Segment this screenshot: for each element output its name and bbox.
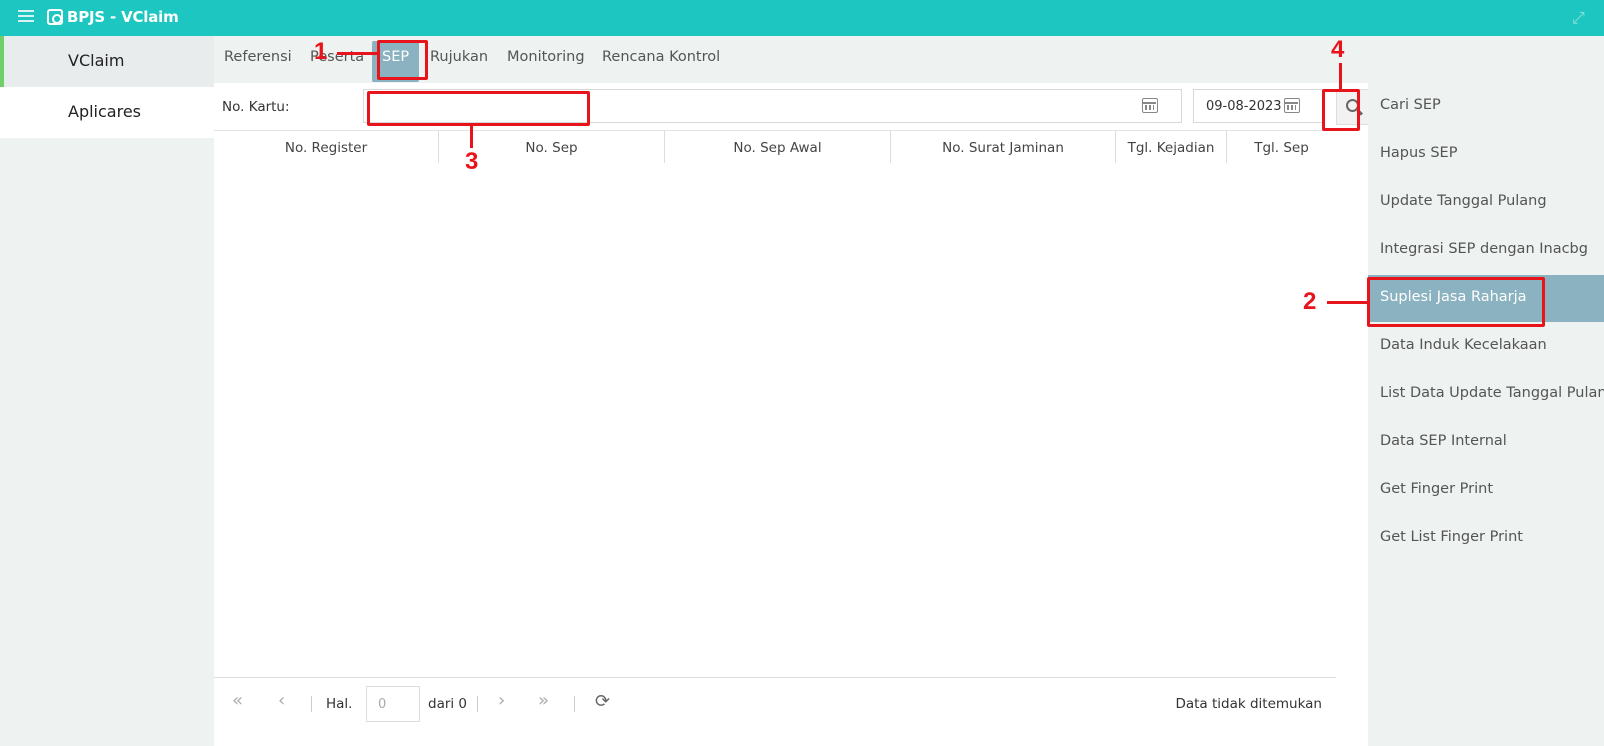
pagination-bar: « ‹ Hal. dari 0 › » ⟳ Data tidak ditemuk… bbox=[214, 677, 1336, 729]
hamburger-menu-icon[interactable] bbox=[18, 10, 34, 24]
menu-integrasi-sep-inacbg[interactable]: Integrasi SEP dengan Inacbg bbox=[1368, 227, 1604, 274]
tab-monitoring[interactable]: Monitoring bbox=[507, 36, 585, 83]
divider bbox=[574, 696, 575, 712]
annotation-line-4 bbox=[1339, 63, 1342, 89]
annotation-line-2 bbox=[1327, 301, 1367, 304]
page-total-label: dari 0 bbox=[428, 696, 468, 712]
title-bar: BPJS - VClaim ⤢ bbox=[0, 0, 1604, 36]
table-header: No. Register No. Sep No. Sep Awal No. Su… bbox=[214, 131, 1336, 165]
annotation-line-3 bbox=[470, 126, 473, 148]
tab-rujukan[interactable]: Rujukan bbox=[430, 36, 488, 83]
annotation-line-1 bbox=[337, 52, 377, 55]
nav-item-aplicares[interactable]: Aplicares bbox=[0, 87, 214, 138]
next-page-icon[interactable]: › bbox=[498, 692, 505, 710]
refresh-icon[interactable]: ⟳ bbox=[595, 691, 610, 712]
status-text: Data tidak ditemukan bbox=[1175, 696, 1322, 712]
menu-hapus-sep[interactable]: Hapus SEP bbox=[1368, 131, 1604, 178]
menu-update-tanggal-pulang[interactable]: Update Tanggal Pulang bbox=[1368, 179, 1604, 226]
menu-data-induk-kecelakaan[interactable]: Data Induk Kecelakaan bbox=[1368, 323, 1604, 370]
menu-data-sep-internal[interactable]: Data SEP Internal bbox=[1368, 419, 1604, 466]
menu-cari-sep[interactable]: Cari SEP bbox=[1368, 83, 1604, 130]
page-label: Hal. bbox=[326, 696, 353, 712]
nav-item-vclaim[interactable]: VClaim bbox=[0, 36, 214, 87]
menu-get-list-finger-print[interactable]: Get List Finger Print bbox=[1368, 515, 1604, 562]
col-no-sep-awal[interactable]: No. Sep Awal bbox=[665, 131, 891, 163]
right-menu: Cari SEP Hapus SEP Update Tanggal Pulang… bbox=[1368, 83, 1604, 746]
tab-rencana-kontrol[interactable]: Rencana Kontrol bbox=[602, 36, 720, 83]
divider bbox=[477, 696, 478, 712]
app-title: BPJS - VClaim bbox=[67, 8, 179, 26]
calendar-icon[interactable] bbox=[1284, 98, 1300, 113]
date-input[interactable]: 09-08-2023 bbox=[1193, 89, 1325, 123]
menu-get-finger-print[interactable]: Get Finger Print bbox=[1368, 467, 1604, 514]
annotation-box-1 bbox=[377, 40, 428, 80]
last-page-icon[interactable]: » bbox=[538, 692, 549, 710]
expand-icon[interactable]: ⤢ bbox=[1572, 9, 1590, 27]
first-page-icon[interactable]: « bbox=[232, 692, 243, 710]
col-no-register[interactable]: No. Register bbox=[214, 131, 439, 163]
page-number-input[interactable] bbox=[366, 686, 420, 722]
annotation-box-2 bbox=[1367, 277, 1545, 327]
annotation-number-3: 3 bbox=[465, 148, 479, 175]
col-tgl-sep[interactable]: Tgl. Sep bbox=[1227, 131, 1336, 163]
left-nav: VClaim Aplicares bbox=[0, 36, 214, 746]
divider bbox=[311, 696, 312, 712]
annotation-number-1: 1 bbox=[314, 38, 328, 65]
calendar-icon[interactable] bbox=[1142, 98, 1158, 113]
annotation-number-4: 4 bbox=[1331, 36, 1345, 63]
no-kartu-label: No. Kartu: bbox=[222, 99, 290, 115]
annotation-box-3 bbox=[367, 91, 590, 126]
main-panel: No. Kartu: 09-08-2023 No. Register No. S… bbox=[214, 83, 1370, 746]
col-tgl-kejadian[interactable]: Tgl. Kejadian bbox=[1116, 131, 1227, 163]
annotation-box-4 bbox=[1322, 89, 1360, 131]
annotation-number-2: 2 bbox=[1303, 288, 1317, 315]
menu-list-data-update-tanggal-pulang[interactable]: List Data Update Tanggal Pulang bbox=[1368, 371, 1604, 418]
app-logo-icon bbox=[47, 9, 63, 25]
tab-referensi[interactable]: Referensi bbox=[224, 36, 292, 83]
col-no-surat-jaminan[interactable]: No. Surat Jaminan bbox=[891, 131, 1116, 163]
prev-page-icon[interactable]: ‹ bbox=[278, 692, 285, 710]
